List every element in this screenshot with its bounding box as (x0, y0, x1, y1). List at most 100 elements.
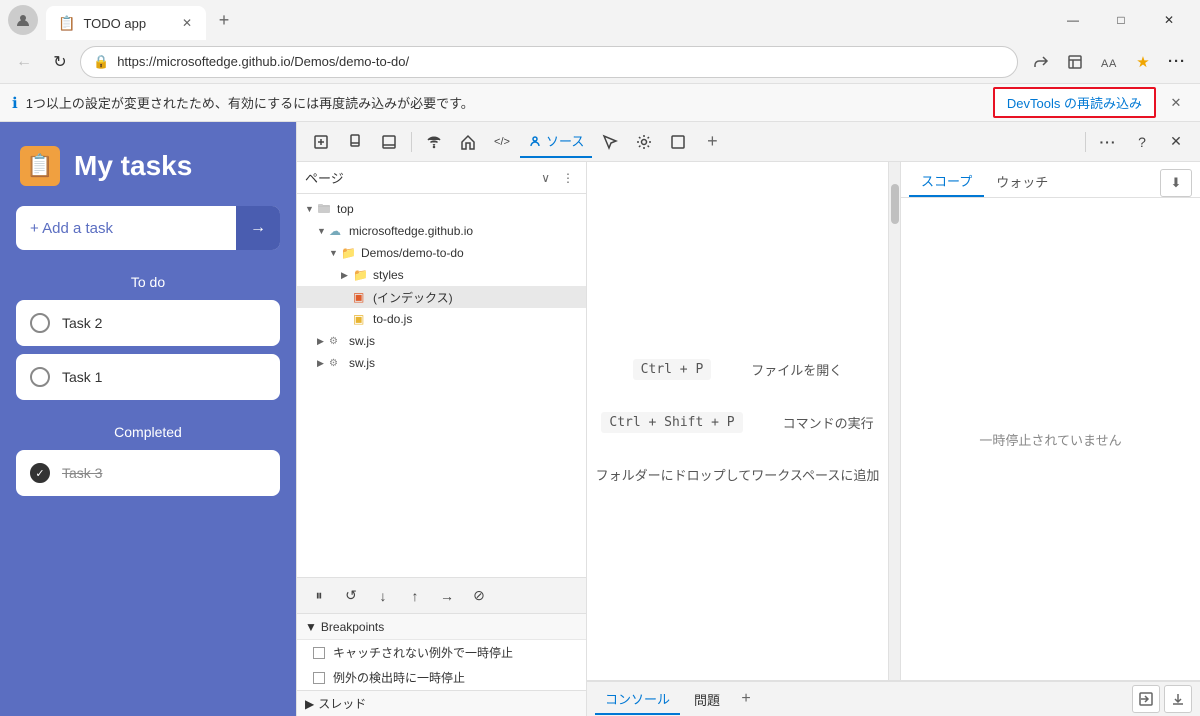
bp-label-exception: 例外の検出時に一時停止 (333, 669, 465, 686)
paused-status-text: 一時停止されていません (979, 430, 1121, 449)
svg-text:A: A (1101, 58, 1109, 70)
share-icon[interactable] (1026, 47, 1056, 77)
dt-sources-tab[interactable]: ソース (520, 126, 592, 158)
ft-arrow-microsoftedge: ▼ (317, 226, 329, 236)
file-tree-more-icon[interactable]: ⋮ (558, 167, 578, 189)
add-task-button[interactable]: + Add a task (16, 220, 236, 237)
task-checkbox-task2[interactable] (30, 313, 50, 333)
maximize-button[interactable]: □ (1098, 4, 1144, 36)
dt-add-tool[interactable]: + (696, 126, 728, 158)
breakpoints-header[interactable]: ▼ Breakpoints (297, 614, 586, 640)
scrollbar-thumb[interactable] (891, 184, 899, 224)
task-item-task3[interactable]: ✓ Task 3 (16, 450, 280, 496)
task-checkbox-task3[interactable]: ✓ (30, 463, 50, 483)
ft-label-index: (インデックス) (373, 289, 453, 306)
ft-item-todo-js[interactable]: ▶ ▣ to-do.js (297, 308, 586, 330)
ft-label-top: top (337, 202, 354, 216)
ft-arrow-sw1: ▶ (317, 336, 329, 347)
bp-checkbox-uncaught[interactable] (313, 647, 325, 659)
pause-button[interactable]: ⏸ (305, 582, 333, 610)
devtools-body: ページ ∨ ⋮ ▼ top (297, 162, 1200, 716)
ft-item-sw2[interactable]: ▶ ⚙ sw.js (297, 352, 586, 374)
add-console-tab-button[interactable]: + (734, 687, 758, 711)
source-hint-ctrlshiftp: Ctrl + Shift + P コマンドの実行 (601, 412, 873, 433)
dt-close-button[interactable]: ✕ (1160, 126, 1192, 158)
add-task-label: + Add a task (30, 220, 113, 237)
download-icon-button[interactable]: ⬇ (1160, 169, 1192, 197)
tab-title: TODO app (83, 16, 172, 31)
url-bar[interactable]: 🔒 https://microsoftedge.github.io/Demos/… (80, 46, 1018, 78)
dt-device-tool[interactable] (339, 126, 371, 158)
tab-close-button[interactable]: ✕ (180, 14, 194, 32)
watch-tab[interactable]: ウォッチ (984, 165, 1060, 197)
ft-arrow-sw2: ▶ (317, 358, 329, 369)
todo-section-label: To do (0, 266, 296, 300)
scrollbar[interactable] (888, 162, 900, 680)
close-button[interactable]: ✕ (1146, 4, 1192, 36)
dt-more-button[interactable]: ··· (1092, 126, 1124, 158)
source-hint-ctrlp: Ctrl + P ファイルを開く (633, 359, 843, 380)
step-button[interactable]: → (433, 582, 461, 610)
dt-network-tool[interactable] (594, 126, 626, 158)
collections-icon[interactable] (1060, 47, 1090, 77)
active-tab[interactable]: 📋 TODO app ✕ (46, 6, 206, 40)
step-into-button[interactable]: ↓ (369, 582, 397, 610)
source-bottom-toolbar: ⏸ ↺ ↓ ↑ → ⊘ (297, 577, 586, 613)
folder-icon-top (317, 201, 333, 218)
more-menu-button[interactable]: ··· (1162, 47, 1192, 77)
notification-info-icon: ℹ (12, 94, 18, 112)
bp-label-uncaught: キャッチされない例外で一時停止 (333, 644, 513, 661)
task-item-task1[interactable]: Task 1 (16, 354, 280, 400)
devtools-reload-button[interactable]: DevTools の再読み込み (993, 87, 1156, 118)
html-file-icon-index: ▣ (353, 290, 369, 304)
ft-item-index[interactable]: ▶ ▣ (インデックス) (297, 286, 586, 308)
step-out-button[interactable]: ↑ (401, 582, 429, 610)
bp-item-exception[interactable]: 例外の検出時に一時停止 (297, 665, 586, 690)
dt-elements-tool[interactable]: </> (486, 126, 518, 158)
dt-inspect-tool[interactable] (305, 126, 337, 158)
file-tree-collapse-icon[interactable]: ∨ (537, 167, 554, 189)
refresh-button[interactable]: ↻ (44, 46, 76, 78)
hint-key-ctrlshiftp: Ctrl + Shift + P (601, 412, 742, 433)
ft-item-styles[interactable]: ▶ 📁 styles (297, 264, 586, 286)
profile-icon[interactable] (8, 5, 38, 35)
back-button[interactable]: ← (8, 46, 40, 78)
minimize-button[interactable]: — (1050, 4, 1096, 36)
scope-tab[interactable]: スコープ (909, 165, 984, 197)
dt-wifi-tool[interactable] (418, 126, 450, 158)
dt-help-button[interactable]: ? (1126, 126, 1158, 158)
issues-tab[interactable]: 問題 (684, 683, 730, 715)
step-over-button[interactable]: ↺ (337, 582, 365, 610)
ft-item-top[interactable]: ▼ top (297, 198, 586, 220)
file-tree-header-label: ページ (305, 168, 533, 187)
thread-section[interactable]: ▶ スレッド (297, 690, 586, 716)
console-tab[interactable]: コンソール (595, 683, 680, 715)
ft-item-sw1[interactable]: ▶ ⚙ sw.js (297, 330, 586, 352)
window-controls: — □ ✕ (1050, 4, 1192, 36)
ft-arrow-demos: ▼ (329, 248, 341, 258)
task-item-task2[interactable]: Task 2 (16, 300, 280, 346)
notification-close-button[interactable]: ✕ (1164, 91, 1188, 115)
task-checkbox-task1[interactable] (30, 367, 50, 387)
dt-settings-tool[interactable] (628, 126, 660, 158)
read-aloud-icon[interactable]: AA (1094, 47, 1124, 77)
bp-checkbox-exception[interactable] (313, 672, 325, 684)
ft-item-microsoftedge[interactable]: ▼ ☁ microsoftedge.github.io (297, 220, 586, 242)
ft-item-demos[interactable]: ▼ 📁 Demos/demo-to-do (297, 242, 586, 264)
ft-label-demos: Demos/demo-to-do (361, 246, 464, 260)
dt-home-tool[interactable] (452, 126, 484, 158)
console-icon2[interactable] (1164, 685, 1192, 713)
add-task-arrow-button[interactable]: → (236, 206, 280, 250)
favorites-icon[interactable]: ★ (1128, 47, 1158, 77)
deactivate-breakpoints-button[interactable]: ⊘ (465, 582, 493, 610)
console-bar: コンソール 問題 + (587, 680, 1200, 716)
bp-item-uncaught[interactable]: キャッチされない例外で一時停止 (297, 640, 586, 665)
url-text: https://microsoftedge.github.io/Demos/de… (117, 54, 1005, 69)
console-right-icons (1132, 685, 1192, 713)
main-content: 📋 My tasks + Add a task → To do Task 2 T… (0, 122, 1200, 716)
new-tab-button[interactable]: + (210, 6, 238, 34)
add-task-row[interactable]: + Add a task → (16, 206, 280, 250)
dt-drawer-tool[interactable] (373, 126, 405, 158)
dt-layout-tool[interactable] (662, 126, 694, 158)
console-icon1[interactable] (1132, 685, 1160, 713)
